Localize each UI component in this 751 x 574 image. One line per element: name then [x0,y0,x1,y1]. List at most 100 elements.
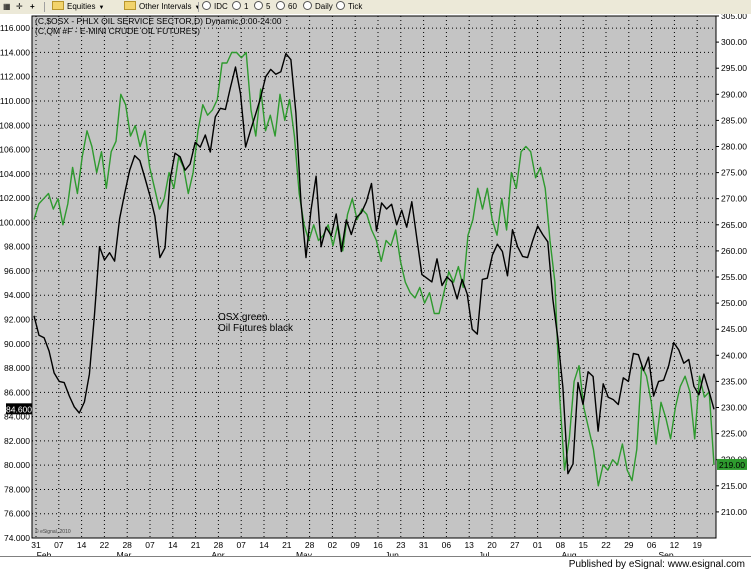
x-day-label: 14 [168,540,178,550]
x-day-label: 16 [373,540,383,550]
interval-tick-button[interactable]: Tick [336,0,362,14]
x-day-label: 02 [328,540,338,550]
right-tick-label: 230.00 [721,403,747,413]
interval-1-label: 1 [244,2,249,11]
right-tick-label: 250.00 [721,298,747,308]
folder-icon [124,1,136,11]
folder-icon [52,1,64,11]
x-day-label: 27 [510,540,520,550]
left-tick-label: 88.000 [4,363,30,373]
price-chart[interactable]: 116.000 114.000 112.000 110.000 108.000 106.0… [0,14,751,556]
watermark: © eSignal, 2010 [35,528,71,535]
interval-60-label: 60 [288,2,297,11]
annotation-osx: OSX green [218,312,267,323]
right-tick-label: 285.00 [721,115,747,125]
x-day-label: 14 [77,540,87,550]
right-tick-label: 295.00 [721,63,747,73]
right-tick-label: 255.00 [721,272,747,282]
left-tick-label: 100.000 [0,217,30,227]
left-tick-label: 104.000 [0,169,30,179]
x-day-label: 28 [122,540,132,550]
right-tick-label: 215.00 [721,481,747,491]
grid-icon[interactable]: ▦ [3,0,11,14]
idc-label: IDC [214,2,228,11]
left-tick-label: 76.000 [4,509,30,519]
annotation-oil: Oil Futures black [218,323,294,334]
x-day-label: 07 [236,540,246,550]
left-tick-label: 116.000 [0,23,30,33]
clock-icon [202,1,211,11]
right-tick-label: 225.00 [721,429,747,439]
last-value-left-text: 84.600 [6,404,32,414]
x-day-label: 07 [54,540,64,550]
interval-5-button[interactable]: 5 [254,0,270,14]
other-intervals-dropdown[interactable]: Other Intervals▼ [124,0,200,14]
right-tick-label: 280.00 [721,142,747,152]
left-tick-label: 98.000 [4,242,30,252]
x-day-label: 13 [464,540,474,550]
x-day-label: 12 [670,540,680,550]
right-tick-label: 265.00 [721,220,747,230]
x-day-label: 31 [31,540,41,550]
plus-icon[interactable]: + [30,0,35,14]
left-tick-label: 102.000 [0,193,30,203]
left-tick-label: 108.000 [0,120,30,130]
symbol-line-2: (C,QM #F - E-MINI CRUDE OIL FUTURES) [35,26,200,36]
last-value-right-badge: 219.00 [717,458,747,470]
x-day-label: 31 [419,540,429,550]
last-value-right-text: 219.00 [719,460,745,470]
x-day-label: 28 [305,540,315,550]
left-tick-label: 86.000 [4,387,30,397]
clock-icon [254,1,263,11]
x-day-label: 21 [282,540,292,550]
toolbar: ▦ ✛ + Equities▼ Other Intervals▼ IDC 1 5… [0,0,751,15]
interval-idc-button[interactable]: IDC [202,0,228,14]
tick-label: Tick [348,2,363,11]
footer-text: Published by eSignal: www.esignal.com [568,559,745,570]
other-intervals-label: Other Intervals [139,2,192,11]
left-tick-label: 112.000 [0,72,30,82]
clock-icon [303,1,312,11]
x-day-label: 14 [259,540,269,550]
left-tick-label: 106.000 [0,145,30,155]
interval-daily-button[interactable]: Daily [303,0,333,14]
crosshair-icon[interactable]: ✛ [16,0,23,14]
right-tick-label: 290.00 [721,89,747,99]
x-day-label: 22 [601,540,611,550]
last-value-left-badge: 84.600 [6,403,32,415]
interval-1-button[interactable]: 1 [232,0,248,14]
right-tick-label: 210.00 [721,507,747,517]
x-day-label: 20 [487,540,497,550]
right-tick-label: 245.00 [721,324,747,334]
x-day-label: 29 [624,540,634,550]
equities-label: Equities [67,2,96,11]
left-tick-label: 74.000 [4,533,30,543]
x-day-label: 06 [442,540,452,550]
clock-icon [336,1,345,11]
clock-icon [276,1,285,11]
dropdown-caret-icon: ▼ [98,5,105,11]
left-tick-label: 114.000 [0,47,30,57]
right-tick-label: 260.00 [721,246,747,256]
left-tick-label: 94.000 [4,290,30,300]
x-day-label: 08 [556,540,566,550]
left-tick-label: 96.000 [4,266,30,276]
x-day-label: 07 [145,540,155,550]
right-tick-label: 235.00 [721,376,747,386]
right-tick-label: 275.00 [721,168,747,178]
left-tick-label: 110.000 [0,96,30,106]
right-tick-label: 270.00 [721,194,747,204]
clock-icon [232,1,241,11]
interval-60-button[interactable]: 60 [276,0,297,14]
interval-5-label: 5 [266,2,271,11]
right-tick-label: 300.00 [721,37,747,47]
x-day-label: 09 [350,540,360,550]
x-day-label: 28 [214,540,224,550]
daily-label: Daily [315,2,333,11]
right-tick-label: 305.00 [721,14,747,21]
footer: Published by eSignal: www.esignal.com [0,556,751,574]
equities-dropdown[interactable]: Equities ▼ [52,0,104,14]
x-day-label: 06 [647,540,657,550]
x-day-label: 19 [692,540,702,550]
left-tick-label: 90.000 [4,339,30,349]
